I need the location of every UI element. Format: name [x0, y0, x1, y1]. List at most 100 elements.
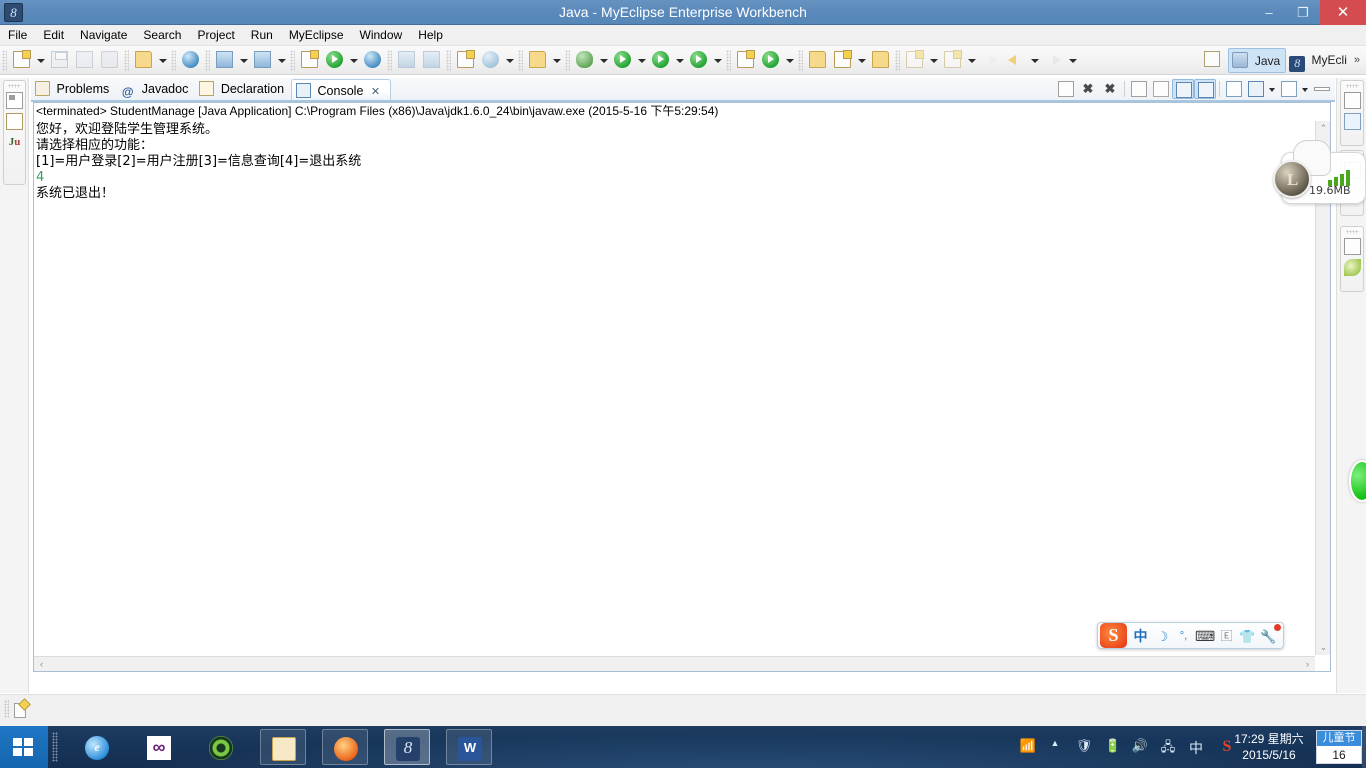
menu-myeclipse[interactable]: MyEclipse: [281, 25, 352, 46]
show-console-on-error-button[interactable]: [1194, 79, 1216, 99]
start-button[interactable]: [0, 726, 48, 768]
tray-volume-icon[interactable]: 🔊: [1130, 738, 1150, 758]
sogou-ime-toolbar[interactable]: S 中 ☽ °, ⌨ 🄴 👕 🔧: [1097, 622, 1284, 649]
remove-launch-button[interactable]: ✖: [1077, 79, 1099, 99]
remove-all-terminated-button[interactable]: ✖: [1099, 79, 1121, 99]
deploy-button[interactable]: [132, 48, 156, 72]
snapshot-dropdown-arrow[interactable]: [550, 48, 563, 72]
scroll-left-arrow[interactable]: ‹: [34, 657, 49, 672]
forward-button[interactable]: [1042, 48, 1066, 72]
menu-edit[interactable]: Edit: [35, 25, 72, 46]
perspective-overflow[interactable]: »: [1352, 48, 1362, 73]
toolbar-grip[interactable]: [205, 50, 210, 71]
sogou-logo-icon[interactable]: S: [1100, 623, 1127, 648]
minimize-view-button[interactable]: [1311, 79, 1333, 99]
tray-show-hidden-icon[interactable]: ▲: [1047, 738, 1063, 758]
memory-monitor-widget[interactable]: 19.6MB: [1271, 140, 1366, 207]
validate-button[interactable]: [479, 48, 503, 72]
run-dropdown-arrow[interactable]: [635, 48, 648, 72]
toolbar-grip[interactable]: [565, 50, 570, 71]
debug-dropdown-arrow[interactable]: [597, 48, 610, 72]
scroll-down-arrow[interactable]: ⌄: [1316, 640, 1331, 655]
perspective-myeclipse[interactable]: 8 MyEcli: [1286, 48, 1352, 73]
taskbar-visual-studio[interactable]: ∞: [136, 729, 182, 765]
display-selected-console-button[interactable]: [1245, 79, 1267, 99]
stack-grip[interactable]: [1345, 230, 1359, 234]
debug-button[interactable]: [573, 48, 597, 72]
quick-fix-dropdown-arrow[interactable]: [855, 48, 868, 72]
menu-help[interactable]: Help: [410, 25, 451, 46]
deploy-dropdown-arrow[interactable]: [156, 48, 169, 72]
save-all-button[interactable]: [73, 48, 97, 72]
open-resource-button[interactable]: [806, 48, 830, 72]
toolbar-grip[interactable]: [387, 50, 392, 71]
edit-pen-icon[interactable]: [1343, 113, 1361, 130]
open-package-button[interactable]: [869, 48, 893, 72]
tab-console[interactable]: Console ✕: [291, 79, 391, 101]
ime-soft-keyboard-icon[interactable]: ⌨: [1195, 627, 1215, 646]
tab-javadoc[interactable]: @ Javadoc: [116, 78, 195, 100]
print-button[interactable]: [98, 48, 122, 72]
new-server-button[interactable]: [213, 48, 237, 72]
forward-yellow-dropdown-arrow[interactable]: [1028, 48, 1041, 72]
menu-project[interactable]: Project: [189, 25, 242, 46]
ime-input-method-icon[interactable]: 🄴: [1217, 627, 1236, 646]
external-tools-dropdown-arrow[interactable]: [711, 48, 724, 72]
back-button[interactable]: [979, 48, 1003, 72]
report-button[interactable]: [454, 48, 478, 72]
search-button[interactable]: [420, 48, 444, 72]
run-server-dropdown-arrow[interactable]: [347, 48, 360, 72]
taskbar-clock[interactable]: 17:29 星期六 2015/5/16: [1226, 731, 1312, 763]
toolbar-grip[interactable]: [726, 50, 731, 71]
next-annotation-button[interactable]: [903, 48, 927, 72]
console-horizontal-scrollbar[interactable]: ‹ ›: [34, 656, 1315, 671]
menu-search[interactable]: Search: [135, 25, 189, 46]
validate-dropdown-arrow[interactable]: [503, 48, 516, 72]
manage-server-button[interactable]: [251, 48, 275, 72]
tab-declaration[interactable]: Declaration: [195, 78, 291, 100]
clear-console-button[interactable]: [1128, 79, 1150, 99]
toolbar-grip[interactable]: [124, 50, 129, 71]
taskbar-internet-explorer[interactable]: e: [74, 729, 120, 765]
previous-annotation-dropdown-arrow[interactable]: [965, 48, 978, 72]
tray-security-icon[interactable]: 🛡: [1073, 738, 1095, 758]
snapshot-button[interactable]: [526, 48, 550, 72]
run-button[interactable]: [611, 48, 635, 72]
menu-window[interactable]: Window: [352, 25, 411, 46]
display-console-dropdown-arrow[interactable]: [1267, 79, 1278, 99]
minimize-button[interactable]: –: [1252, 0, 1286, 25]
close-button[interactable]: ✕: [1320, 0, 1366, 25]
tray-battery-icon[interactable]: 🔋: [1103, 738, 1123, 758]
forward-yellow-button[interactable]: [1004, 48, 1028, 72]
toolbar-grip[interactable]: [2, 50, 7, 71]
calendar-widget[interactable]: 儿童节 16: [1316, 730, 1362, 764]
grid-view-icon[interactable]: [6, 113, 23, 130]
new-dropdown-arrow[interactable]: [34, 48, 47, 72]
toolbar-grip[interactable]: [446, 50, 451, 71]
menu-navigate[interactable]: Navigate: [72, 25, 135, 46]
terminate-all-button[interactable]: [1055, 79, 1077, 99]
stack-grip[interactable]: [1345, 84, 1359, 88]
quick-fix-button[interactable]: [831, 48, 855, 72]
forward-dropdown-arrow[interactable]: [1066, 48, 1079, 72]
new-package-button[interactable]: [734, 48, 758, 72]
taskbar-file-explorer[interactable]: [260, 729, 306, 765]
run-history-button[interactable]: [649, 48, 673, 72]
tab-problems[interactable]: Problems: [31, 78, 116, 100]
save-button[interactable]: [48, 48, 72, 72]
taskbar-grip[interactable]: [52, 732, 58, 762]
pin-console-button[interactable]: [1223, 79, 1245, 99]
external-tools-button[interactable]: [687, 48, 711, 72]
taskbar-word[interactable]: W: [446, 729, 492, 765]
ime-skin-icon[interactable]: 👕: [1238, 627, 1257, 646]
run-server-button[interactable]: [323, 48, 347, 72]
menu-run[interactable]: Run: [243, 25, 281, 46]
ime-mode-chinese[interactable]: 中: [1131, 627, 1150, 646]
maximize-button[interactable]: ❐: [1286, 0, 1320, 25]
status-bar-grip[interactable]: [4, 700, 9, 718]
show-desktop-button[interactable]: [1362, 726, 1366, 768]
new-server-dropdown-arrow[interactable]: [237, 48, 250, 72]
leaf-icon[interactable]: [1343, 259, 1361, 276]
tray-network-icon[interactable]: 🖧: [1158, 738, 1178, 758]
open-console-button[interactable]: [1278, 79, 1300, 99]
